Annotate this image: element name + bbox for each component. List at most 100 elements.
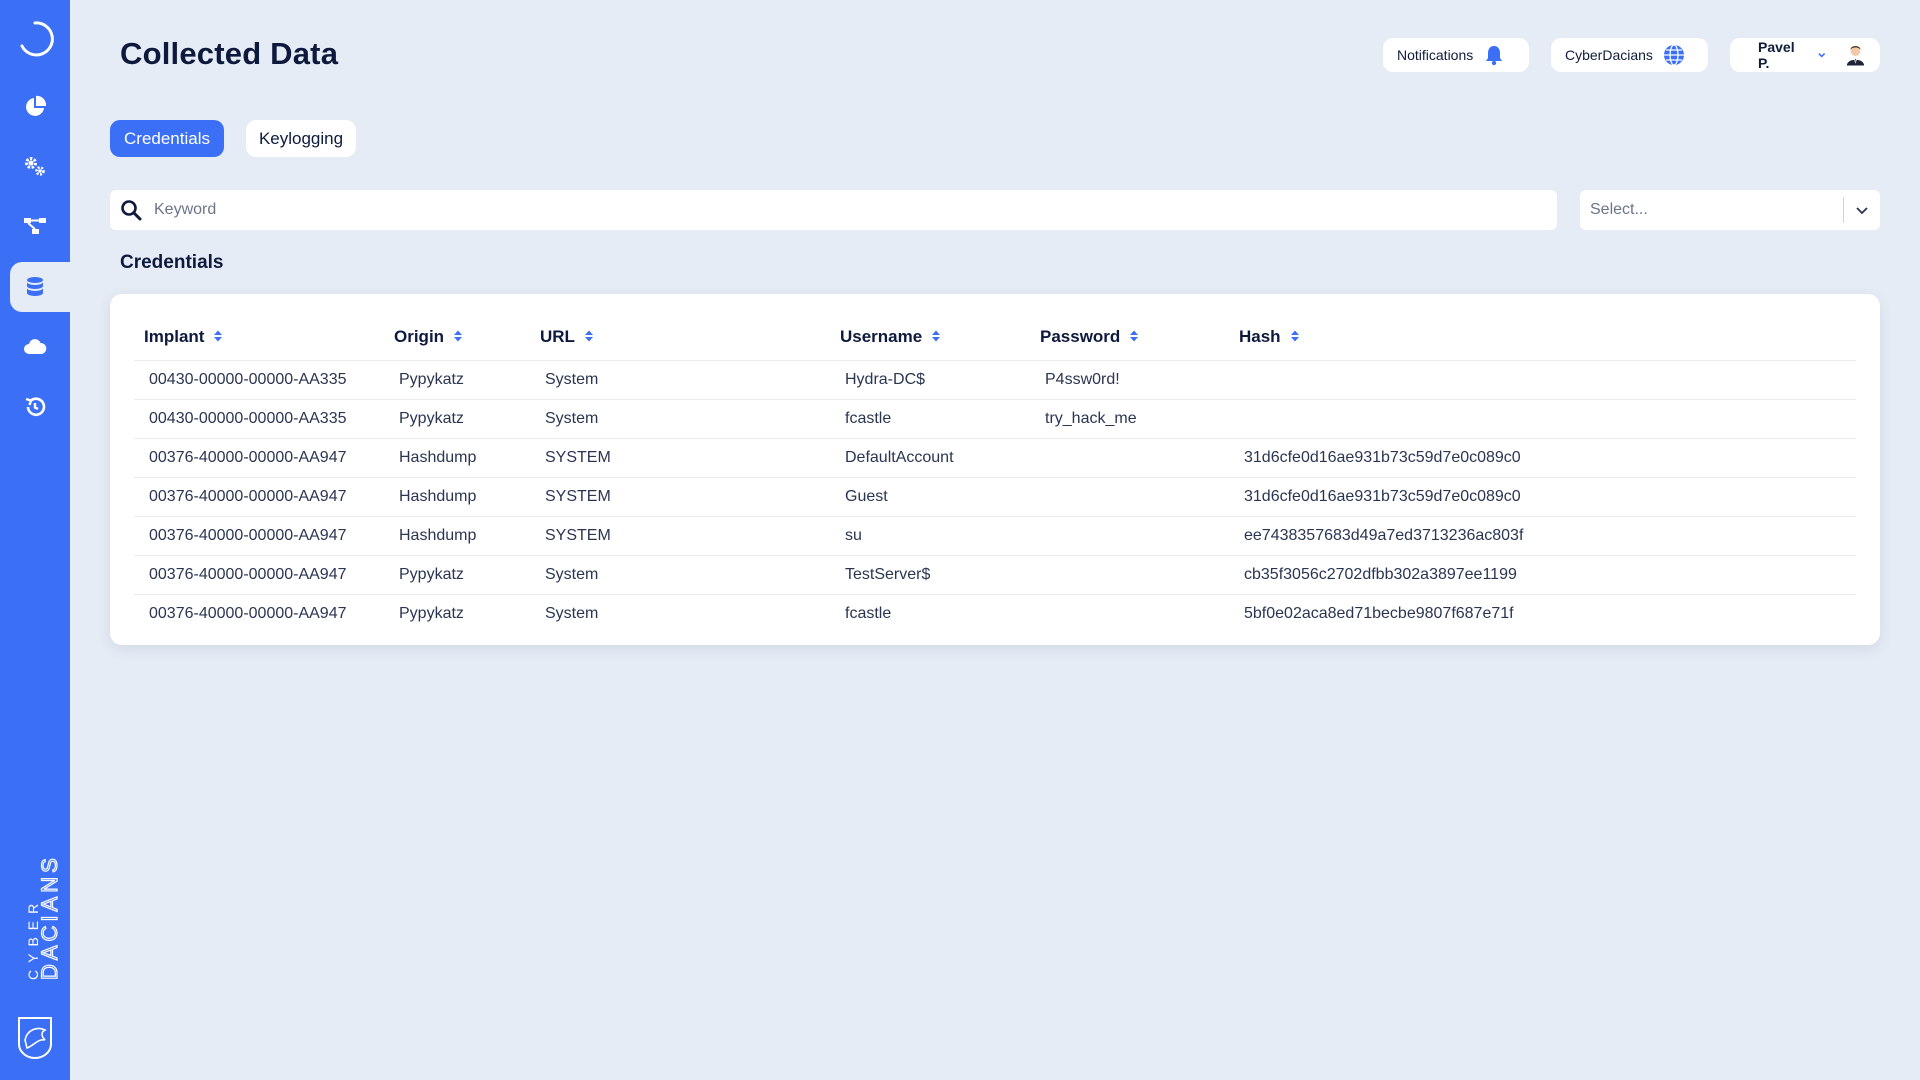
brand-mark: CYBER DACIANS <box>8 830 62 1060</box>
cell-hash <box>1229 398 1856 438</box>
cell-origin: Pypykatz <box>384 554 530 594</box>
cell-password: P4ssw0rd! <box>1030 359 1229 399</box>
column-header-label: Origin <box>394 326 445 346</box>
brand-wordmark: CYBER DACIANS <box>25 854 62 980</box>
column-header-hash[interactable]: Hash <box>1229 314 1856 360</box>
cell-origin: Pypykatz <box>384 398 530 438</box>
database-icon <box>27 277 43 296</box>
dashboard-pie-icon <box>26 95 47 116</box>
page-title: Collected Data <box>120 36 339 71</box>
cell-hash: cb35f3056c2702dfbb302a3897ee1199 <box>1229 554 1856 594</box>
user-menu-button[interactable]: Pavel P. <box>1730 38 1880 72</box>
sidebar-item-history[interactable] <box>10 382 70 432</box>
cell-username: Guest <box>830 476 1030 516</box>
sort-icon[interactable] <box>452 329 464 343</box>
column-header-label: Username <box>840 326 923 346</box>
cell-implant: 00376-40000-00000-AA947 <box>134 593 384 633</box>
filter-select-value: Select... <box>1590 201 1648 218</box>
cell-username: TestServer$ <box>830 554 1030 594</box>
cell-origin: Hashdump <box>384 515 530 555</box>
cell-password <box>1030 554 1229 594</box>
notifications-button[interactable]: Notifications <box>1383 38 1529 72</box>
sort-icon[interactable] <box>212 329 224 343</box>
app-logo-icon[interactable] <box>16 20 54 58</box>
search-input[interactable] <box>154 201 1534 219</box>
chevron-down-icon <box>1818 53 1826 58</box>
cell-url: System <box>530 359 830 399</box>
cell-url: System <box>530 593 830 633</box>
cell-url: System <box>530 554 830 594</box>
svg-text:DACIANS: DACIANS <box>37 854 62 980</box>
cell-username: Hydra-DC$ <box>830 359 1030 399</box>
brand-emblem-icon <box>18 1017 52 1059</box>
cell-url: System <box>530 398 830 438</box>
table-row[interactable]: 00376-40000-00000-AA947 Pypykatz System fca… <box>134 593 1856 633</box>
cell-hash: 31d6cfe0d16ae931b73c59d7e0c089c0 <box>1229 437 1856 477</box>
table-row[interactable]: 00430-00000-00000-AA335 Pypykatz System Hyd… <box>134 359 1856 399</box>
column-header-password[interactable]: Password <box>1030 314 1229 360</box>
sort-icon[interactable] <box>1128 329 1140 343</box>
table-row[interactable]: 00376-40000-00000-AA947 Hashdump SYSTEM Def… <box>134 437 1856 477</box>
cell-hash <box>1229 359 1856 399</box>
cell-url: SYSTEM <box>530 515 830 555</box>
search-icon <box>121 200 142 221</box>
sort-icon[interactable] <box>930 329 942 343</box>
column-header-implant[interactable]: Implant <box>134 314 384 360</box>
table-row[interactable]: 00376-40000-00000-AA947 Pypykatz System Tes… <box>134 554 1856 594</box>
cell-url: SYSTEM <box>530 437 830 477</box>
search-bar <box>110 190 1557 230</box>
sort-icon[interactable] <box>1289 329 1301 343</box>
sort-icon[interactable] <box>583 329 595 343</box>
section-title: Credentials <box>120 252 224 273</box>
column-header-label: Hash <box>1239 326 1281 346</box>
sidebar: CYBER DACIANS <box>0 0 70 1080</box>
sidebar-item-cloud[interactable] <box>10 322 70 372</box>
select-dropdown-toggle[interactable] <box>1844 203 1880 217</box>
cell-username: su <box>830 515 1030 555</box>
table-row[interactable]: 00376-40000-00000-AA947 Hashdump SYSTEM su e… <box>134 515 1856 555</box>
table-row[interactable]: 00376-40000-00000-AA947 Hashdump SYSTEM Gue… <box>134 476 1856 516</box>
cell-password: try_hack_me <box>1030 398 1229 438</box>
sidebar-item-data[interactable] <box>10 262 70 312</box>
bell-icon <box>1486 46 1503 66</box>
credentials-table: Implant Origin URL Username Password Hash 004… <box>134 314 1856 633</box>
column-header-url[interactable]: URL <box>530 314 830 360</box>
cell-origin: Hashdump <box>384 476 530 516</box>
filter-select[interactable]: Select... <box>1580 190 1880 230</box>
history-icon <box>25 397 46 416</box>
network-tree-icon <box>24 218 46 234</box>
cell-implant: 00376-40000-00000-AA947 <box>134 554 384 594</box>
cell-origin: Pypykatz <box>384 593 530 633</box>
cell-origin: Hashdump <box>384 437 530 477</box>
cloud-icon <box>24 339 47 354</box>
sidebar-item-dashboard[interactable] <box>10 82 70 132</box>
column-header-label: Implant <box>144 326 205 346</box>
column-header-username[interactable]: Username <box>830 314 1030 360</box>
cell-implant: 00376-40000-00000-AA947 <box>134 437 384 477</box>
cell-username: fcastle <box>830 398 1030 438</box>
cell-url: SYSTEM <box>530 476 830 516</box>
cell-implant: 00376-40000-00000-AA947 <box>134 476 384 516</box>
notifications-label: Notifications <box>1397 47 1474 63</box>
column-header-label: URL <box>540 326 575 346</box>
sidebar-item-network[interactable] <box>10 201 70 251</box>
column-header-label: Password <box>1040 326 1121 346</box>
user-name: Pavel P. <box>1758 39 1795 71</box>
tab-keylogging[interactable]: Keylogging <box>246 120 356 157</box>
table-row[interactable]: 00430-00000-00000-AA335 Pypykatz System fca… <box>134 398 1856 438</box>
column-header-origin[interactable]: Origin <box>384 314 530 360</box>
cell-hash: ee7438357683d49a7ed3713236ac803f <box>1229 515 1856 555</box>
cell-implant: 00430-00000-00000-AA335 <box>134 398 384 438</box>
table-body: 00430-00000-00000-AA335 Pypykatz System Hyd… <box>134 359 1856 633</box>
gears-icon <box>25 157 45 176</box>
cell-password <box>1030 593 1229 633</box>
chevron-down-icon <box>1856 207 1868 215</box>
avatar <box>1846 46 1865 66</box>
organization-button[interactable]: CyberDacians <box>1551 38 1708 72</box>
cell-implant: 00430-00000-00000-AA335 <box>134 359 384 399</box>
cell-origin: Pypykatz <box>384 359 530 399</box>
tab-credentials[interactable]: Credentials <box>110 120 224 157</box>
cell-hash: 31d6cfe0d16ae931b73c59d7e0c089c0 <box>1229 476 1856 516</box>
cell-password <box>1030 476 1229 516</box>
sidebar-item-settings[interactable] <box>10 142 70 192</box>
